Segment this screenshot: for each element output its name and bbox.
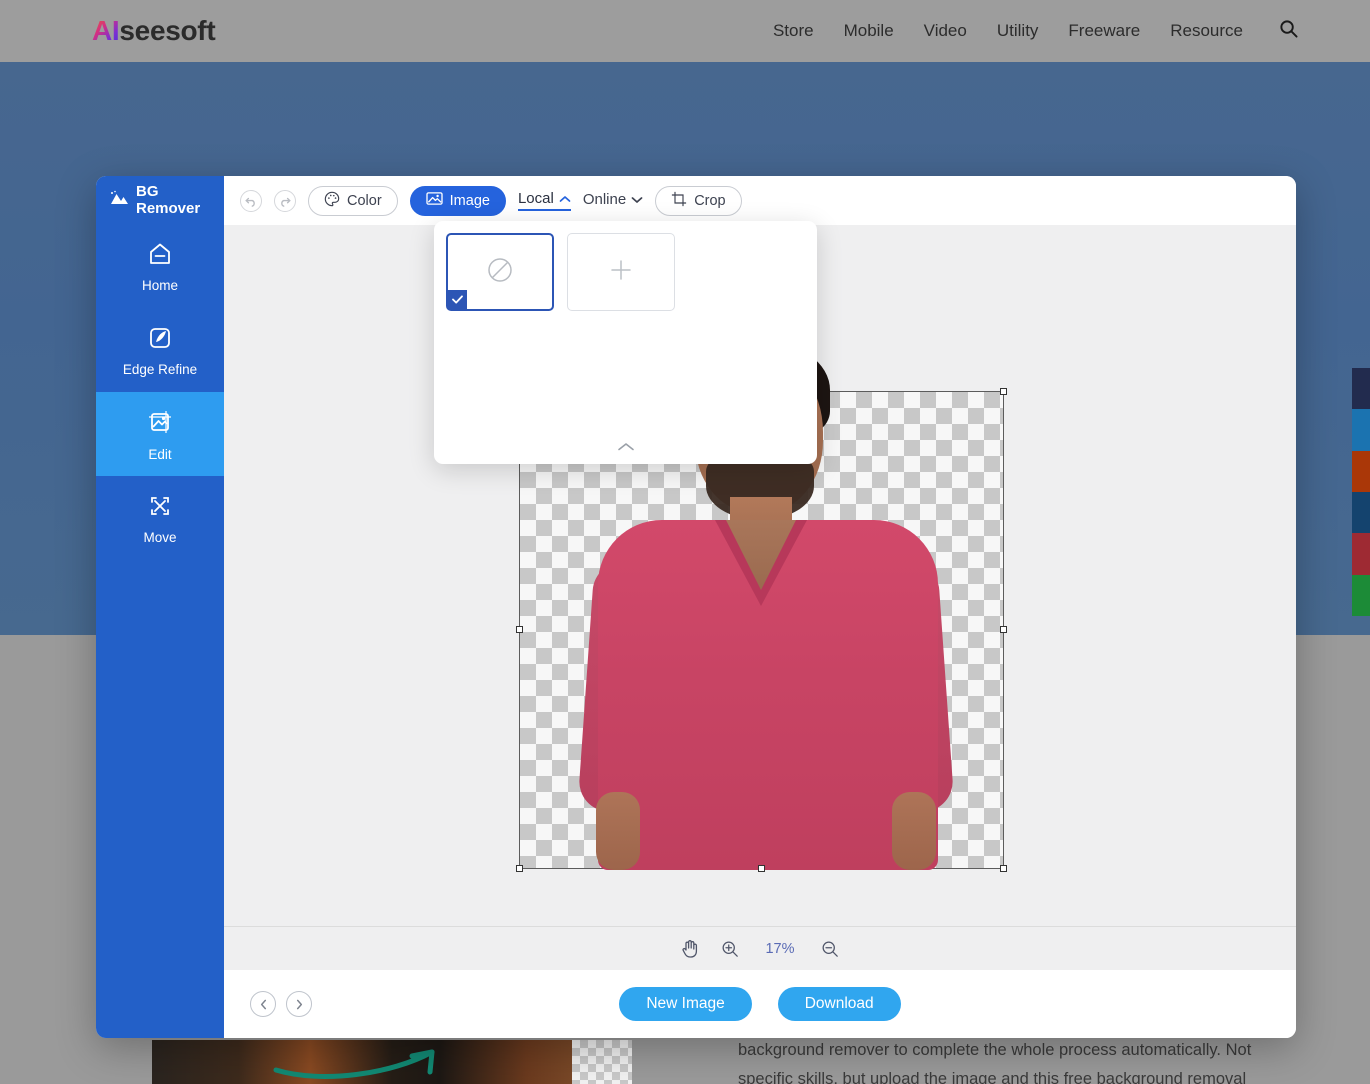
social-icon-2[interactable] <box>1352 409 1370 451</box>
sidebar-item-home-label: Home <box>141 277 178 293</box>
tab-local-label: Local <box>517 190 554 207</box>
zoom-level-value: 17% <box>765 940 795 957</box>
zoom-in-icon[interactable] <box>721 940 739 958</box>
site-header: AI seesoft Store Mobile Video Utility Fre… <box>0 0 1370 62</box>
background-tile-none-checkbox[interactable] <box>448 290 467 309</box>
crop-button-label: Crop <box>694 192 726 209</box>
app-brand: BG Remover <box>96 176 224 224</box>
zoom-toolbar: 17% <box>224 926 1296 970</box>
sample-transparent-area <box>572 1040 632 1084</box>
chevron-up-icon <box>617 439 635 457</box>
resize-handle-mr[interactable] <box>1000 626 1007 633</box>
sidebar-item-move[interactable]: Move <box>96 476 224 560</box>
nav-item-mobile[interactable]: Mobile <box>844 21 894 41</box>
chevron-right-icon[interactable] <box>286 991 312 1017</box>
move-icon <box>146 492 174 523</box>
app-main: Color Image Local Online Crop 17% New Im… <box>224 176 1296 1038</box>
social-icon-4[interactable] <box>1352 491 1370 534</box>
zoom-out-icon[interactable] <box>821 940 839 958</box>
transform-arrow-icon <box>273 1049 435 1079</box>
editor-toolbar: Color Image Local Online Crop <box>224 176 1296 225</box>
app-footer: New Image Download <box>224 970 1296 1038</box>
color-button-label: Color <box>347 192 382 209</box>
resize-handle-bl[interactable] <box>516 865 523 872</box>
social-icon-3[interactable] <box>1352 450 1370 492</box>
social-icon-1[interactable] <box>1352 368 1370 410</box>
social-share-strip <box>1352 368 1370 616</box>
nav-item-store[interactable]: Store <box>773 21 814 41</box>
resize-handle-br[interactable] <box>1000 865 1007 872</box>
site-nav: Store Mobile Video Utility Freeware Reso… <box>773 0 1298 62</box>
background-tile-none[interactable] <box>446 233 554 311</box>
app-brand-label: BG Remover <box>136 183 201 217</box>
background-tile-add[interactable] <box>567 233 675 311</box>
resize-handle-tr[interactable] <box>1000 388 1007 395</box>
chevron-left-icon[interactable] <box>250 991 276 1017</box>
resize-handle-ml[interactable] <box>516 626 523 633</box>
palette-icon <box>324 191 340 211</box>
bg-remover-app-window: BG Remover Home Edge Refine Edit Move Co… <box>96 176 1296 1038</box>
logo-seesoft-text: seesoft <box>119 15 216 46</box>
sidebar-item-edge-refine-label: Edge Refine <box>122 361 198 377</box>
nav-item-utility[interactable]: Utility <box>997 21 1039 41</box>
tab-online-label: Online <box>582 191 627 208</box>
redo-icon[interactable] <box>274 189 296 212</box>
social-icon-6[interactable] <box>1352 574 1370 616</box>
app-sidebar: BG Remover Home Edge Refine Edit Move <box>96 176 224 1038</box>
before-after-sample-image <box>152 1040 632 1084</box>
background-picker-panel <box>434 221 817 464</box>
undo-icon[interactable] <box>240 189 262 212</box>
edge-refine-icon <box>146 324 174 355</box>
logo-ai-text: AI <box>92 15 120 46</box>
sidebar-item-edge-refine[interactable]: Edge Refine <box>96 308 224 392</box>
resize-handle-bc[interactable] <box>757 865 765 872</box>
tab-online[interactable]: Online <box>583 191 643 210</box>
download-button[interactable]: Download <box>777 987 901 1021</box>
image-button[interactable]: Image <box>409 185 506 216</box>
search-icon[interactable] <box>1279 19 1298 43</box>
no-background-icon <box>484 254 516 291</box>
new-image-button[interactable]: New Image <box>619 987 752 1021</box>
footer-actions: New Image Download <box>224 987 1296 1021</box>
social-icon-5[interactable] <box>1352 533 1370 575</box>
home-icon <box>146 240 174 271</box>
color-button[interactable]: Color <box>308 185 398 216</box>
edit-image-icon <box>145 407 175 440</box>
plus-icon <box>608 257 634 288</box>
sidebar-item-move-label: Move <box>143 529 177 545</box>
subject-right-hand <box>892 792 936 870</box>
aiseesoft-logo[interactable]: AI seesoft <box>92 15 216 47</box>
sidebar-item-edit[interactable]: Edit <box>96 392 224 476</box>
collapse-panel-button[interactable] <box>434 439 817 457</box>
sidebar-item-edit-label: Edit <box>148 446 172 462</box>
chevron-down-icon <box>631 191 643 208</box>
nav-item-resource[interactable]: Resource <box>1170 21 1243 41</box>
subject-left-hand <box>596 792 640 870</box>
nav-item-video[interactable]: Video <box>924 21 967 41</box>
crop-icon <box>671 191 687 211</box>
mountain-icon <box>109 190 129 210</box>
hand-icon[interactable] <box>681 939 699 958</box>
background-tiles <box>446 233 805 311</box>
nav-item-freeware[interactable]: Freeware <box>1068 21 1140 41</box>
image-button-label: Image <box>449 192 490 209</box>
picture-icon <box>426 191 443 210</box>
sidebar-item-home[interactable]: Home <box>96 224 224 308</box>
tab-local[interactable]: Local <box>517 190 571 211</box>
site-body-paragraph: background remover to complete the whole… <box>738 1041 1252 1084</box>
crop-button[interactable]: Crop <box>655 185 742 216</box>
chevron-up-icon <box>559 190 571 207</box>
